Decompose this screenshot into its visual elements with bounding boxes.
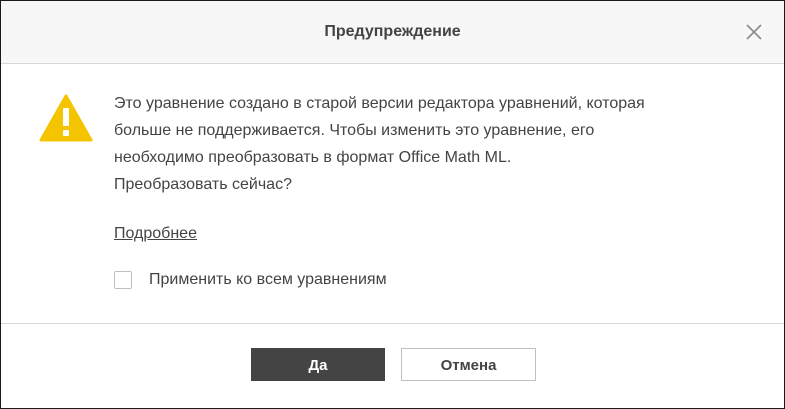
yes-button[interactable]: Да bbox=[251, 348, 385, 381]
apply-all-checkbox[interactable] bbox=[114, 271, 132, 289]
more-info-link[interactable]: Подробнее bbox=[114, 225, 197, 243]
close-icon bbox=[746, 24, 762, 40]
message-line: больше не поддерживается. Чтобы изменить… bbox=[114, 122, 595, 139]
apply-all-label[interactable]: Применить ко всем уравнениям bbox=[149, 270, 387, 290]
warning-message: Это уравнение создано в старой версии ре… bbox=[114, 90, 754, 198]
message-line: Это уравнение создано в старой версии ре… bbox=[114, 95, 645, 112]
warning-dialog: Предупреждение Это уравнение создано в с… bbox=[0, 0, 785, 409]
dialog-footer: Да Отмена bbox=[1, 323, 784, 409]
message-line: Преобразовать сейчас? bbox=[114, 176, 292, 193]
dialog-body: Это уравнение создано в старой версии ре… bbox=[1, 64, 784, 324]
close-button[interactable] bbox=[742, 20, 766, 44]
cancel-button[interactable]: Отмена bbox=[401, 348, 536, 381]
warning-triangle-icon bbox=[39, 94, 93, 142]
message-line: необходимо преобразовать в формат Office… bbox=[114, 149, 512, 166]
dialog-header: Предупреждение bbox=[1, 1, 784, 64]
dialog-title: Предупреждение bbox=[324, 23, 461, 40]
